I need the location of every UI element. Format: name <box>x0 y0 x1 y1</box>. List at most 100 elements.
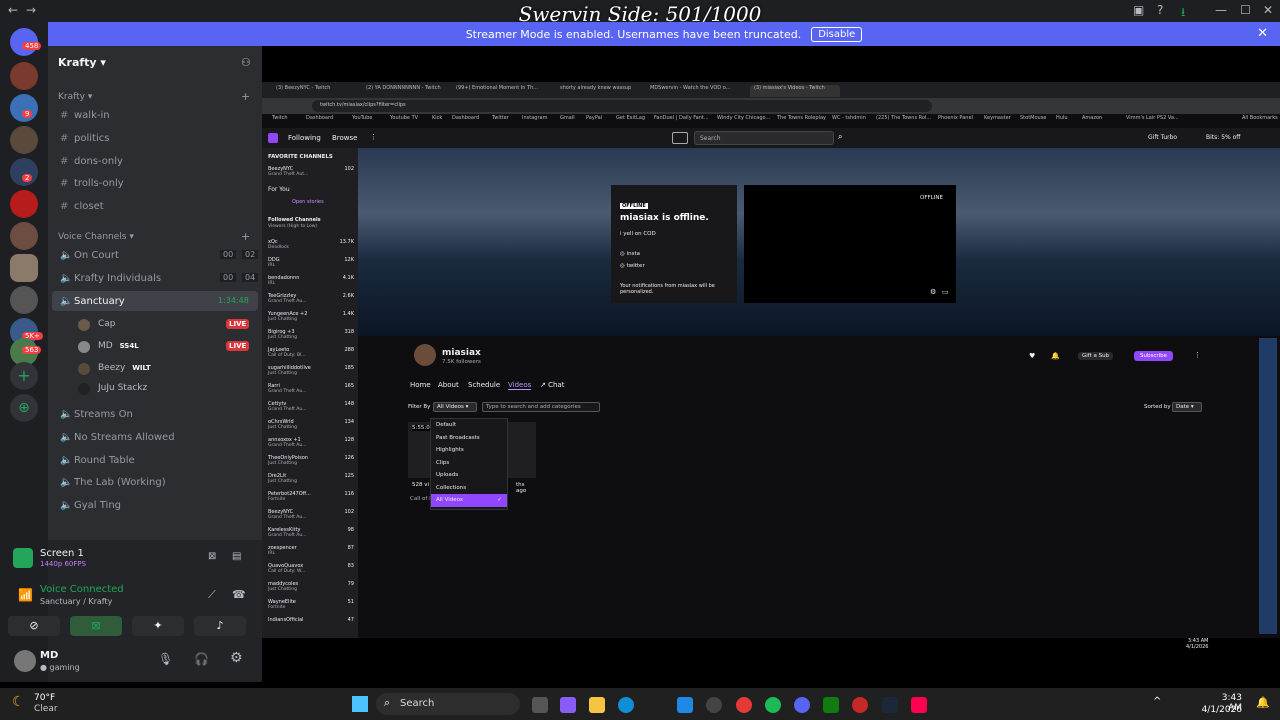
bookmark[interactable]: StotMouse <box>1020 115 1046 121</box>
channel-dons-only[interactable]: # dons-only <box>60 156 123 167</box>
gift-turbo-button[interactable]: Gift Turbo <box>1148 134 1177 141</box>
weather-desc[interactable]: Clear <box>34 704 58 714</box>
nav-browse[interactable]: Browse <box>332 134 358 142</box>
gear-icon[interactable]: ⚙ <box>230 650 243 666</box>
sidebar-channel[interactable]: DDG IRL 12K <box>268 257 354 268</box>
windows-start-icon[interactable] <box>352 696 368 712</box>
taskbar-date[interactable]: 4/1/2026 <box>1200 705 1242 715</box>
stop-stream-icon[interactable]: ⊠ <box>208 551 216 562</box>
opera-icon[interactable] <box>852 697 868 713</box>
bookmark[interactable]: Vimm's Lair PS2 Va... <box>1126 115 1179 121</box>
signal-icon[interactable]: 📶 <box>18 588 33 602</box>
url-bar[interactable]: twitch.tv/miasiax/clips?filter=clips <box>312 100 932 112</box>
sidebar-channel[interactable]: sugarhilliddotlive Just Chatting 185 <box>268 365 354 376</box>
sidebar-channel[interactable]: BeezyNYC Grand Theft Au... 102 <box>268 509 354 520</box>
more-icon[interactable]: ⋮ <box>370 133 377 141</box>
bookmark[interactable]: All Bookmarks <box>1242 115 1278 121</box>
twitter-link[interactable]: ◎ twitter <box>620 263 645 269</box>
channel-closet[interactable]: # closet <box>60 201 104 212</box>
sidebar-channel[interactable]: Cettytv Grand Theft Au... 148 <box>268 401 354 412</box>
voice-channel-krafty-individuals[interactable]: 🔈 Krafty Individuals 00 04 <box>60 273 260 284</box>
bookmark[interactable]: Kick <box>432 115 442 121</box>
notification-bell-icon[interactable]: 🔔 <box>1256 696 1270 709</box>
sidebar-channel[interactable]: IndiansOfficial 47 <box>268 617 354 623</box>
voice-user-beezy[interactable]: Beezy WILT <box>78 363 151 375</box>
weather-temp[interactable]: 70°F <box>34 693 55 703</box>
voice-channel-on-court[interactable]: 🔈 On Court 00 02 <box>60 250 260 261</box>
steam-icon[interactable] <box>882 697 898 713</box>
discover-icon[interactable]: ⊕ <box>10 394 38 422</box>
bookmark[interactable]: FanDuel | Daily Fant... <box>654 115 709 121</box>
guild-name[interactable]: Krafty ▾ <box>58 56 106 69</box>
disconnect-icon[interactable]: ☎ <box>232 588 246 601</box>
edge-icon[interactable] <box>618 697 634 713</box>
bookmark[interactable]: Get ExitLag <box>616 115 645 121</box>
category-krafty[interactable]: Krafty ▾ <box>58 92 92 102</box>
open-stories-link[interactable]: Open stories <box>292 199 324 205</box>
bookmark[interactable]: Phoenix Panel <box>938 115 973 121</box>
sidebar-channel[interactable]: KarelessKitty Grand Theft Au... 98 <box>268 527 354 538</box>
tab-about[interactable]: About <box>438 381 459 389</box>
browser-tab[interactable]: MDSwervin - Watch the VOD o... <box>650 85 740 97</box>
dropdown-option[interactable]: Past Broadcasts <box>431 432 507 445</box>
bookmark[interactable]: Instagram <box>522 115 547 121</box>
bookmark[interactable]: Keymaster <box>984 115 1011 121</box>
browser-tab[interactable]: shorty already knew wassup <box>560 85 650 97</box>
nav-following[interactable]: Following <box>288 134 321 142</box>
bookmark[interactable]: The Towns Roleplay <box>777 115 826 121</box>
weather-icon[interactable]: ☾ <box>12 694 25 710</box>
twitch-search-input[interactable]: Search <box>694 131 834 145</box>
voice-channel-sanctuary[interactable]: 🔈 Sanctuary 1:34:48 <box>60 296 260 307</box>
outlook-icon[interactable] <box>677 697 693 713</box>
sort-select[interactable]: Date ▾ <box>1172 402 1202 412</box>
tab-videos[interactable]: Videos <box>508 381 532 390</box>
vj-logo-icon[interactable] <box>672 132 688 144</box>
filter-select[interactable]: All Videos ▾ <box>433 402 477 412</box>
sidebar-channel[interactable]: bendadonnn IRL 4.1K <box>268 275 354 286</box>
bookmark[interactable]: YouTube <box>352 115 372 121</box>
voice-user-md[interactable]: MD SS4L <box>78 341 139 353</box>
notification-bell-icon[interactable]: 🔔 <box>1051 352 1060 360</box>
bookmark[interactable]: Dashboard <box>452 115 479 121</box>
bookmark[interactable]: Youtube TV <box>390 115 418 121</box>
sidebar-channel[interactable]: Bigirog +3 Just Chatting 318 <box>268 329 354 340</box>
tray-chevron-icon[interactable]: ^ <box>1153 696 1161 707</box>
taskbar-search[interactable]: ⌕ Search <box>376 693 520 715</box>
task-view-icon[interactable] <box>532 697 548 713</box>
sidebar-channel[interactable]: xQc Deadlock 13.7K <box>268 239 354 250</box>
sidebar-channel[interactable]: BeezyNYC Grand Theft Aut... 102 <box>268 166 354 177</box>
voice-channel-round-table[interactable]: 🔈 Round Table <box>60 455 135 466</box>
tiktok-icon[interactable] <box>911 697 927 713</box>
category-search-input[interactable]: Type to search and add categories <box>482 402 600 412</box>
tab-schedule[interactable]: Schedule <box>468 381 500 389</box>
bookmark[interactable]: Twitter <box>492 115 509 121</box>
server-icon[interactable] <box>10 222 38 250</box>
server-icon-active[interactable] <box>10 254 38 282</box>
sidebar-channel[interactable]: Peterbot247Off... Fortnite 116 <box>268 491 354 502</box>
search-icon[interactable]: ⌕ <box>838 132 842 142</box>
invite-icon[interactable]: ⚇ <box>241 56 251 69</box>
bookmark[interactable]: Amazon <box>1082 115 1102 121</box>
browser-tab[interactable]: (2) YA DONNNNNNNN - Twitch <box>366 85 456 97</box>
channel-avatar[interactable] <box>414 344 436 366</box>
voice-user-cap[interactable]: Cap <box>78 319 116 331</box>
voice-channel-gyal-ting[interactable]: 🔈 Gyal Ting <box>60 500 121 511</box>
bookmark[interactable]: Gmail <box>560 115 575 121</box>
xbox-icon[interactable] <box>823 697 839 713</box>
channel-politics[interactable]: # politics <box>60 133 109 144</box>
tab-home[interactable]: Home <box>410 381 431 389</box>
stream-settings-icon[interactable]: ▤ <box>232 551 241 562</box>
voice-user-juju[interactable]: JuJu Stackz <box>78 383 147 395</box>
sidebar-channel[interactable]: WayneElite Fortnite 51 <box>268 599 354 610</box>
activities-button[interactable]: ✦ <box>132 616 184 636</box>
dropdown-option[interactable]: Clips <box>431 457 507 470</box>
player-settings-icon[interactable]: ⚙ <box>930 288 936 296</box>
server-icon[interactable] <box>10 62 38 90</box>
sidebar-channel[interactable]: QuavoQuavox Call of Duty: W... 83 <box>268 563 354 574</box>
twitch-logo-icon[interactable] <box>268 133 278 143</box>
sidebar-channel[interactable]: Dre2Lit Just Chatting 125 <box>268 473 354 484</box>
add-channel-icon[interactable]: + <box>241 90 250 103</box>
discord-icon[interactable] <box>794 697 810 713</box>
sidebar-channel[interactable]: JayLeeto Call of Duty: Bl... 288 <box>268 347 354 358</box>
screen-share-button[interactable]: ⊠ <box>70 616 122 636</box>
